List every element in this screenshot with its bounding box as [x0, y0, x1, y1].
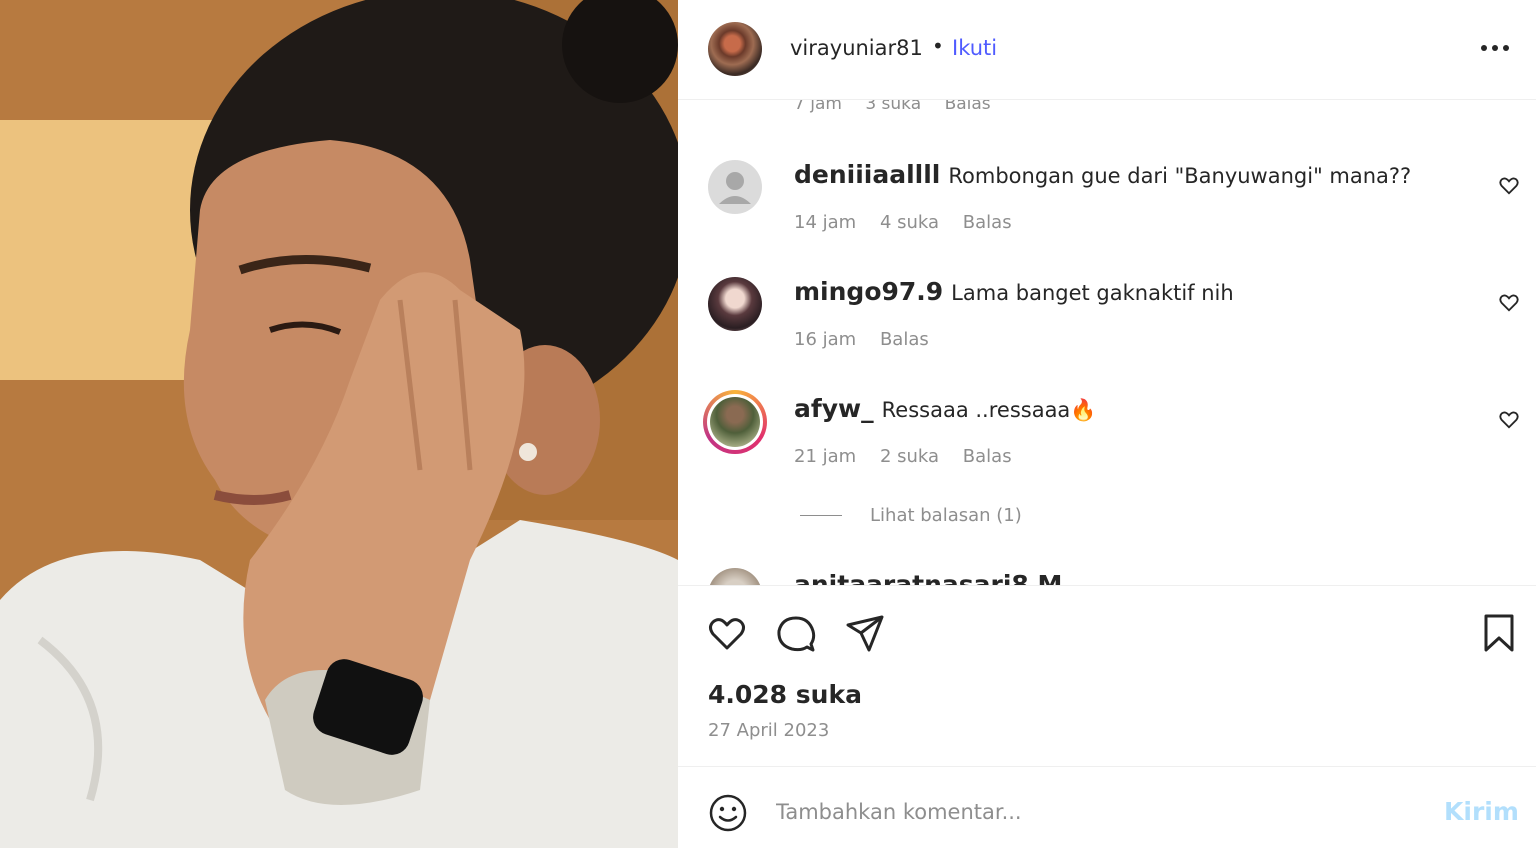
default-user-icon[interactable] — [708, 160, 762, 214]
view-replies-button[interactable]: Lihat balasan (1) — [800, 505, 1022, 526]
view-replies-label: Lihat balasan (1) — [870, 505, 1022, 526]
send-comment-button[interactable]: Kirim — [1444, 797, 1519, 826]
comment-text: Ressaaa ..ressaaa🔥 — [881, 398, 1097, 422]
comment-time: 21 jam — [794, 446, 857, 467]
post-photo — [0, 0, 678, 848]
like-comment-heart-icon[interactable] — [1498, 174, 1520, 196]
comment-body: afyw_ Ressaaa ..ressaaa🔥 — [794, 394, 1096, 423]
comment-body: deniiiaallll Rombongan gue dari "Banyuwan… — [794, 160, 1411, 189]
post-header: virayuniar81 • Ikuti — [678, 0, 1536, 100]
comment-text: Rombongan gue dari "Banyuwangi" mana?? — [948, 164, 1412, 188]
post-photo-illustration — [0, 0, 678, 848]
reply-button[interactable]: Balas — [945, 100, 991, 114]
comment-text: Lama banget gaknaktif nih — [951, 281, 1234, 305]
story-ring-avatar[interactable] — [703, 390, 767, 454]
comment-item: mingo97.9 Lama banget gaknaktif nih 16 ja… — [678, 273, 1536, 383]
heart-icon[interactable] — [706, 612, 748, 654]
partial-comment-text: anitaaratnasari8 M... — [794, 570, 1091, 585]
like-comment-heart-icon[interactable] — [1498, 408, 1520, 430]
reply-button[interactable]: Balas — [963, 446, 1012, 467]
comment-body: mingo97.9 Lama banget gaknaktif nih — [794, 277, 1234, 306]
bookmark-icon[interactable] — [1478, 612, 1520, 654]
comments-list[interactable]: 7 jam 3 suka Balas deniiiaallll Rombongan… — [678, 100, 1536, 585]
comment-meta: 21 jam 2 suka Balas — [794, 446, 1030, 467]
add-comment-bar: Kirim — [678, 766, 1536, 848]
comment-time: 16 jam — [794, 329, 857, 350]
comment-item: afyw_ Ressaaa ..ressaaa🔥 21 jam 2 suka Ba… — [678, 390, 1536, 500]
comment-likes[interactable]: 4 suka — [880, 212, 939, 233]
comment-meta: 16 jam Balas — [794, 329, 947, 350]
like-comment-heart-icon[interactable] — [1498, 291, 1520, 313]
comment-meta: 14 jam 4 suka Balas — [794, 212, 1030, 233]
post-date: 27 April 2023 — [708, 720, 830, 741]
post-detail-panel: virayuniar81 • Ikuti 7 jam 3 suka Balas … — [678, 0, 1536, 848]
post-actions: 4.028 suka 27 April 2023 — [678, 585, 1536, 766]
likes-count[interactable]: 4.028 suka — [708, 680, 862, 709]
more-options-icon[interactable] — [1478, 36, 1514, 60]
comment-icon[interactable] — [775, 612, 817, 654]
comment-time: 7 jam — [794, 100, 842, 114]
previous-comment-meta: 7 jam 3 suka Balas — [794, 100, 1009, 114]
comment-time: 14 jam — [794, 212, 857, 233]
replies-divider — [800, 515, 842, 516]
comment-likes[interactable]: 2 suka — [880, 446, 939, 467]
comment-username[interactable]: mingo97.9 — [794, 277, 943, 306]
comment-item-partial: anitaaratnasari8 M... — [678, 568, 1536, 585]
comment-username[interactable]: afyw_ — [794, 394, 874, 423]
share-icon[interactable] — [844, 612, 886, 654]
header-separator: • — [932, 34, 944, 58]
reply-button[interactable]: Balas — [963, 212, 1012, 233]
comment-item: deniiiaallll Rombongan gue dari "Banyuwan… — [678, 156, 1536, 266]
partial-comment-avatar[interactable] — [708, 568, 762, 585]
emoji-icon[interactable] — [708, 793, 748, 833]
follow-button[interactable]: Ikuti — [952, 36, 997, 60]
anime-avatar[interactable] — [708, 277, 762, 331]
author-avatar[interactable] — [708, 22, 762, 76]
reply-button[interactable]: Balas — [880, 329, 929, 350]
author-username[interactable]: virayuniar81 — [790, 36, 923, 60]
comment-username[interactable]: deniiiaallll — [794, 160, 940, 189]
comment-input[interactable] — [776, 795, 1416, 829]
comment-likes[interactable]: 3 suka — [865, 100, 921, 114]
